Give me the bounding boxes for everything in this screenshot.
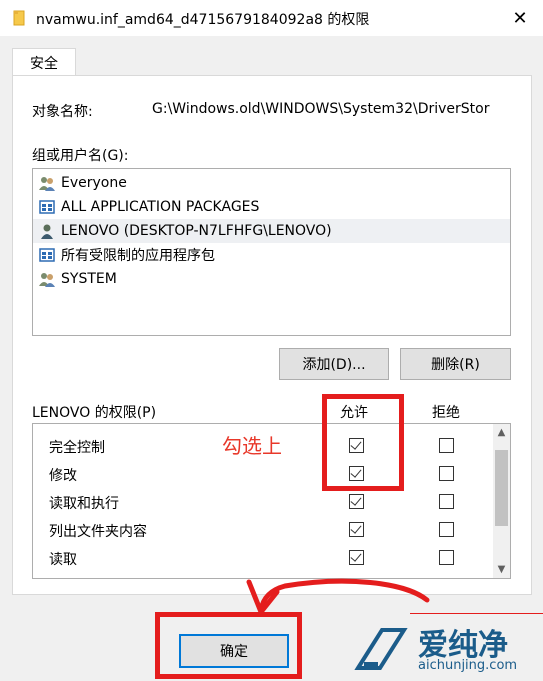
perm-row-read: 读取 bbox=[33, 544, 493, 572]
add-button[interactable]: 添加(D)... bbox=[279, 348, 389, 380]
permissions-scrollbar[interactable]: ▲ ▼ bbox=[493, 424, 510, 578]
scroll-up-icon[interactable]: ▲ bbox=[493, 424, 510, 441]
deny-column-header: 拒绝 bbox=[432, 405, 460, 421]
list-item-label: LENOVO (DESKTOP-N7LFHFG\LENOVO) bbox=[61, 223, 332, 239]
perm-row-read-execute: 读取和执行 bbox=[33, 488, 493, 516]
list-item-lenovo[interactable]: LENOVO (DESKTOP-N7LFHFG\LENOVO) bbox=[33, 219, 510, 243]
deny-checkbox[interactable] bbox=[439, 438, 454, 453]
group-list-label: 组或用户名(G): bbox=[32, 148, 129, 164]
perm-row-modify: 修改 bbox=[33, 460, 493, 488]
watermark: 爱纯净 aichunjing.com bbox=[348, 614, 543, 681]
folder-icon bbox=[13, 10, 25, 26]
scroll-thumb[interactable] bbox=[495, 450, 508, 526]
group-list[interactable]: Everyone ALL APPLICATION PACKAGES LENOVO… bbox=[32, 168, 511, 336]
package-icon bbox=[39, 248, 55, 262]
list-item-restricted-packages[interactable]: 所有受限制的应用程序包 bbox=[33, 243, 510, 267]
deny-checkbox[interactable] bbox=[439, 550, 454, 565]
add-button-label: 添加(D)... bbox=[302, 357, 366, 373]
user-icon bbox=[41, 224, 53, 239]
perm-name: 完全控制 bbox=[49, 440, 105, 456]
tab-bar: 安全 bbox=[0, 36, 543, 77]
list-item-label: 所有受限制的应用程序包 bbox=[61, 248, 215, 264]
object-name-label: 对象名称: bbox=[32, 104, 93, 120]
close-icon: ✕ bbox=[512, 7, 528, 29]
list-item-label: SYSTEM bbox=[61, 271, 117, 287]
allow-checkbox[interactable] bbox=[349, 550, 364, 565]
list-item-label: ALL APPLICATION PACKAGES bbox=[61, 199, 260, 215]
tab-security-label: 安全 bbox=[30, 56, 58, 72]
remove-button-label: 删除(R) bbox=[431, 357, 480, 373]
deny-checkbox[interactable] bbox=[439, 466, 454, 481]
perm-name: 列出文件夹内容 bbox=[49, 524, 147, 540]
permissions-label: LENOVO 的权限(P) bbox=[32, 405, 157, 421]
allow-checkbox[interactable] bbox=[349, 522, 364, 537]
scroll-down-icon[interactable]: ▼ bbox=[493, 561, 510, 578]
allow-checkbox[interactable] bbox=[349, 494, 364, 509]
remove-button[interactable]: 删除(R) bbox=[400, 348, 511, 380]
annotation-box-allow bbox=[322, 394, 404, 491]
tab-security[interactable]: 安全 bbox=[12, 48, 76, 77]
watermark-site: aichunjing.com bbox=[418, 658, 518, 673]
close-button[interactable]: ✕ bbox=[497, 0, 543, 36]
deny-checkbox[interactable] bbox=[439, 522, 454, 537]
package-icon bbox=[39, 200, 55, 214]
list-item-everyone[interactable]: Everyone bbox=[33, 171, 510, 195]
title-bar: nvamwu.inf_amd64_d4715679184092a8 的权限 ✕ bbox=[0, 0, 543, 36]
logo-icon bbox=[354, 628, 408, 670]
annotation-text: 勾选上 bbox=[222, 434, 282, 458]
object-name-value: G:\Windows.old\WINDOWS\System32\DriverSt… bbox=[152, 101, 490, 117]
perm-name: 读取和执行 bbox=[49, 496, 119, 512]
users-icon bbox=[39, 273, 55, 287]
window-title: nvamwu.inf_amd64_d4715679184092a8 的权限 bbox=[36, 12, 370, 28]
users-icon bbox=[39, 177, 55, 191]
ok-button[interactable]: 确定 bbox=[179, 634, 289, 668]
list-item-system[interactable]: SYSTEM bbox=[33, 267, 510, 291]
ok-button-label: 确定 bbox=[220, 644, 248, 660]
deny-checkbox[interactable] bbox=[439, 494, 454, 509]
perm-name: 修改 bbox=[49, 468, 77, 484]
perm-name: 读取 bbox=[49, 552, 77, 568]
perm-row-list-folder: 列出文件夹内容 bbox=[33, 516, 493, 544]
annotation-arrow-icon bbox=[246, 578, 430, 615]
list-item-all-app-packages[interactable]: ALL APPLICATION PACKAGES bbox=[33, 195, 510, 219]
list-item-label: Everyone bbox=[61, 175, 127, 191]
